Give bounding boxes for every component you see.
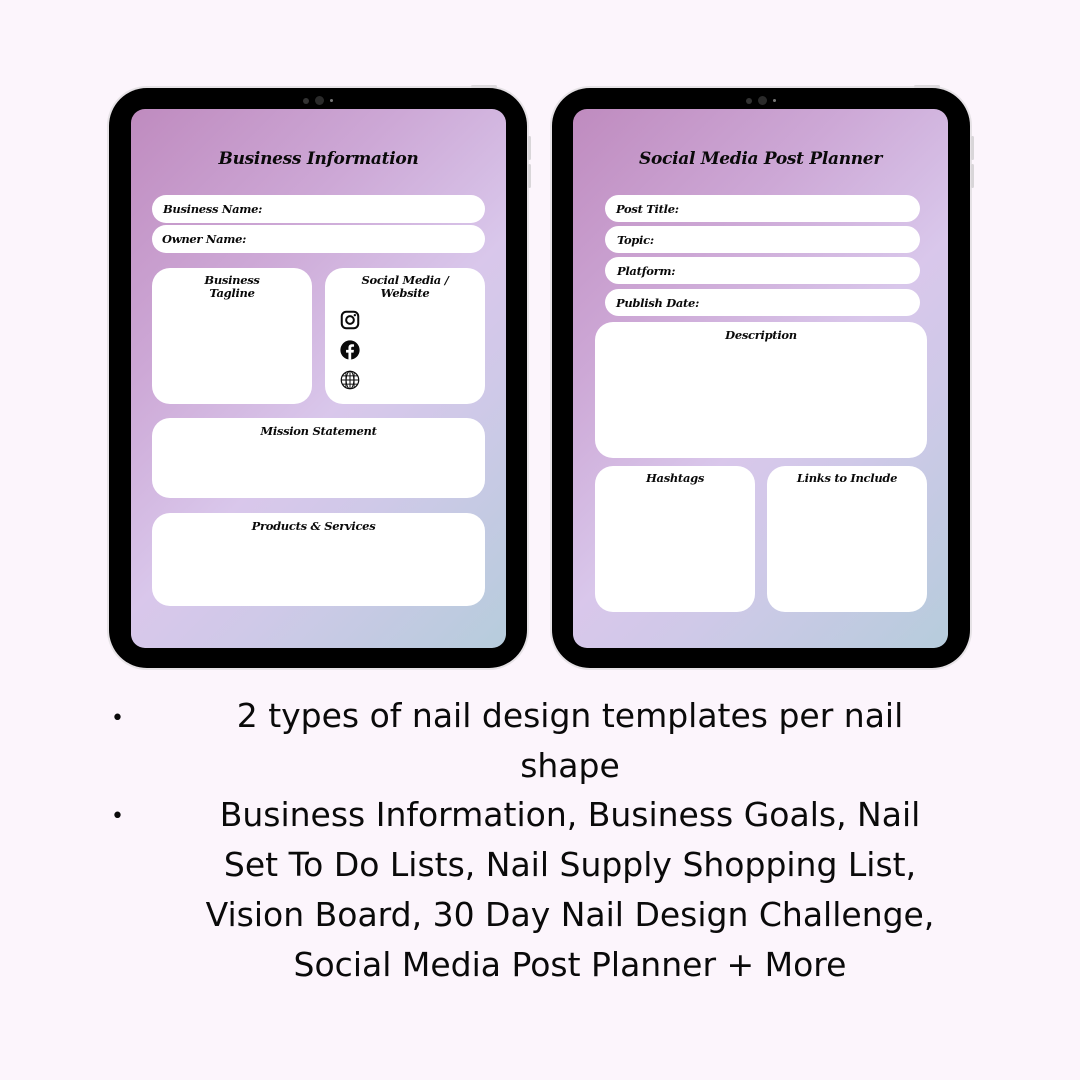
tablet-top-button	[471, 85, 497, 88]
social-media-website-box[interactable]: Social Media / Website	[325, 268, 485, 404]
box-label: Hashtags	[645, 471, 705, 485]
box-label: Business Tagline	[204, 273, 260, 300]
feature-line: Social Media Post Planner + More	[293, 945, 847, 984]
topic-field[interactable]: Topic:	[605, 226, 920, 253]
business-name-field[interactable]: Business Name:	[152, 195, 485, 223]
feature-line: Business Information, Business Goals, Na…	[219, 795, 921, 834]
feature-line: Set To Do Lists, Nail Supply Shopping Li…	[223, 845, 917, 884]
platform-field[interactable]: Platform:	[605, 257, 920, 284]
post-title-field[interactable]: Post Title:	[605, 195, 920, 222]
facebook-icon	[340, 340, 360, 360]
page-title: Social Media Post Planner	[639, 149, 882, 169]
links-to-include-box[interactable]: Links to Include	[767, 466, 927, 612]
tablet-volume-up-button	[528, 136, 531, 160]
box-label: Mission Statement	[260, 424, 377, 438]
field-label: Platform:	[617, 263, 676, 278]
camera-lens	[315, 96, 324, 105]
page-title: Business Information	[218, 149, 419, 169]
business-tagline-box[interactable]: Business Tagline	[152, 268, 312, 404]
field-label: Topic:	[617, 232, 654, 247]
tablet-volume-down-button	[971, 164, 974, 188]
tablet-volume-down-button	[528, 164, 531, 188]
camera-sensor	[746, 97, 752, 104]
camera-sensor	[303, 97, 309, 104]
field-label: Owner Name:	[162, 232, 247, 246]
tablet-screen: Social Media Post Planner Post Title: To…	[573, 109, 948, 648]
feature-line: Vision Board, 30 Day Nail Design Challen…	[205, 895, 935, 934]
box-label: Social Media / Website	[361, 273, 449, 300]
publish-date-field[interactable]: Publish Date:	[605, 289, 920, 316]
box-label: Description	[725, 328, 797, 342]
globe-icon	[340, 370, 360, 390]
camera-cluster	[746, 96, 776, 105]
field-label: Publish Date:	[616, 295, 700, 310]
mission-statement-box[interactable]: Mission Statement	[152, 418, 485, 498]
feature-item-pages: Business Information, Business Goals, Na…	[100, 790, 1040, 990]
field-label: Post Title:	[616, 201, 679, 216]
tablet-social-media-post-planner: Social Media Post Planner Post Title: To…	[552, 85, 974, 668]
box-label: Links to Include	[796, 471, 898, 485]
camera-lens	[758, 96, 767, 105]
feature-item-templates: 2 types of nail design templates per nai…	[110, 691, 1030, 791]
camera-flash	[330, 99, 333, 102]
tablet-business-information: Business Information Business Name: Owne…	[109, 85, 531, 668]
owner-name-field[interactable]: Owner Name:	[152, 225, 485, 253]
tablet-top-button	[914, 85, 940, 88]
field-label: Business Name:	[163, 202, 263, 216]
tablet-volume-up-button	[971, 136, 974, 160]
feature-line: 2 types of nail design templates per nai…	[236, 696, 904, 735]
description-box[interactable]: Description	[595, 322, 927, 458]
feature-line: shape	[520, 746, 620, 785]
camera-flash	[773, 99, 776, 102]
instagram-icon	[340, 310, 360, 330]
products-services-box[interactable]: Products & Services	[152, 513, 485, 606]
tablet-screen: Business Information Business Name: Owne…	[131, 109, 506, 648]
camera-cluster	[303, 96, 333, 105]
box-label: Products & Services	[251, 519, 376, 533]
hashtags-box[interactable]: Hashtags	[595, 466, 755, 612]
